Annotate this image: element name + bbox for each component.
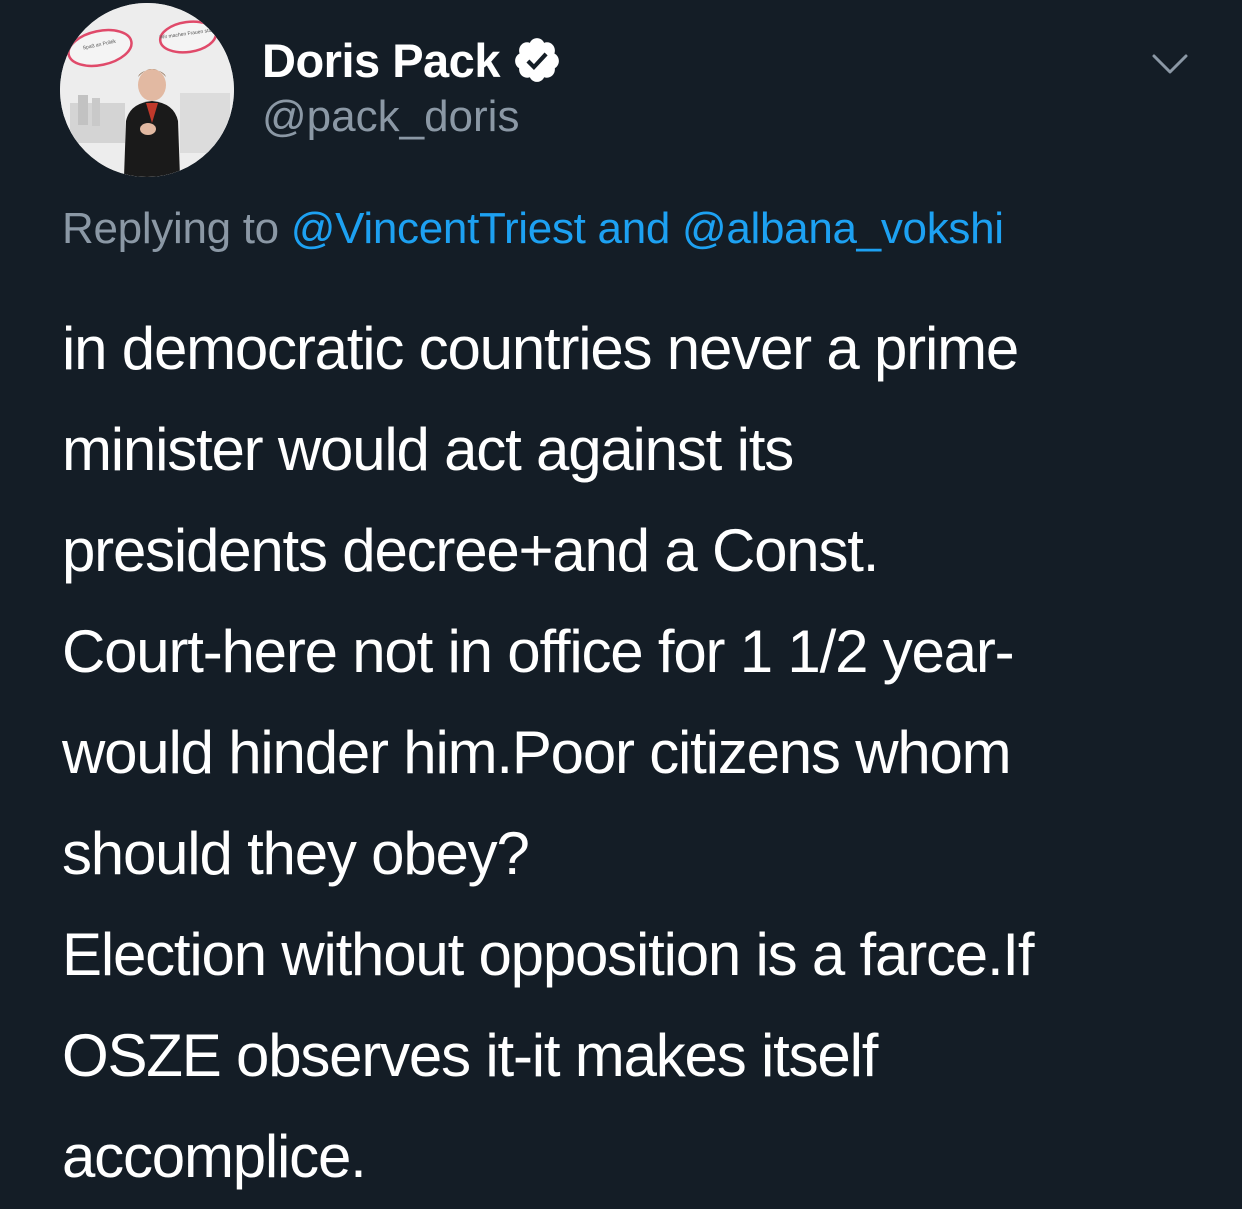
- replying-to-label: Replying to: [62, 204, 279, 253]
- tweet-text-line: Court-here not in office for 1 1/2 year-: [62, 618, 1015, 685]
- tweet: Spaß an Politik Wir machen Frauen stark …: [0, 0, 1242, 1209]
- tweet-text-line: in democratic countries never a prime: [62, 315, 1019, 382]
- author-handle[interactable]: @pack_doris: [262, 92, 519, 142]
- tweet-text-line: would hinder him.Poor citizens whom: [62, 719, 1012, 786]
- display-name: Doris Pack: [262, 33, 500, 87]
- tweet-text-line: accomplice.: [62, 1123, 367, 1190]
- author-avatar[interactable]: Spaß an Politik Wir machen Frauen stark: [60, 3, 234, 177]
- chevron-down-icon[interactable]: [1150, 44, 1190, 84]
- author-name-row[interactable]: Doris Pack: [262, 30, 562, 90]
- tweet-text-line: OSZE observes it-it makes itself: [62, 1022, 878, 1089]
- tweet-text-line: Election without opposition is a farce.I…: [62, 921, 1035, 988]
- tweet-text: in democratic countries never a prime mi…: [62, 298, 1212, 1207]
- mention-conjunction[interactable]: and: [598, 204, 671, 253]
- replying-to: Replying to @VincentTriest and @albana_v…: [62, 204, 1004, 254]
- tweet-text-line: minister would act against its: [62, 416, 794, 483]
- tweet-text-line: presidents decree+and a Const.: [62, 517, 879, 584]
- mention-link-vincenttriest[interactable]: @VincentTriest: [291, 204, 586, 253]
- mention-link-albana-vokshi[interactable]: @albana_vokshi: [682, 204, 1004, 253]
- tweet-text-line: should they obey?: [62, 820, 530, 887]
- avatar-photo: Spaß an Politik Wir machen Frauen stark: [60, 3, 234, 177]
- verified-badge-icon: [512, 35, 562, 85]
